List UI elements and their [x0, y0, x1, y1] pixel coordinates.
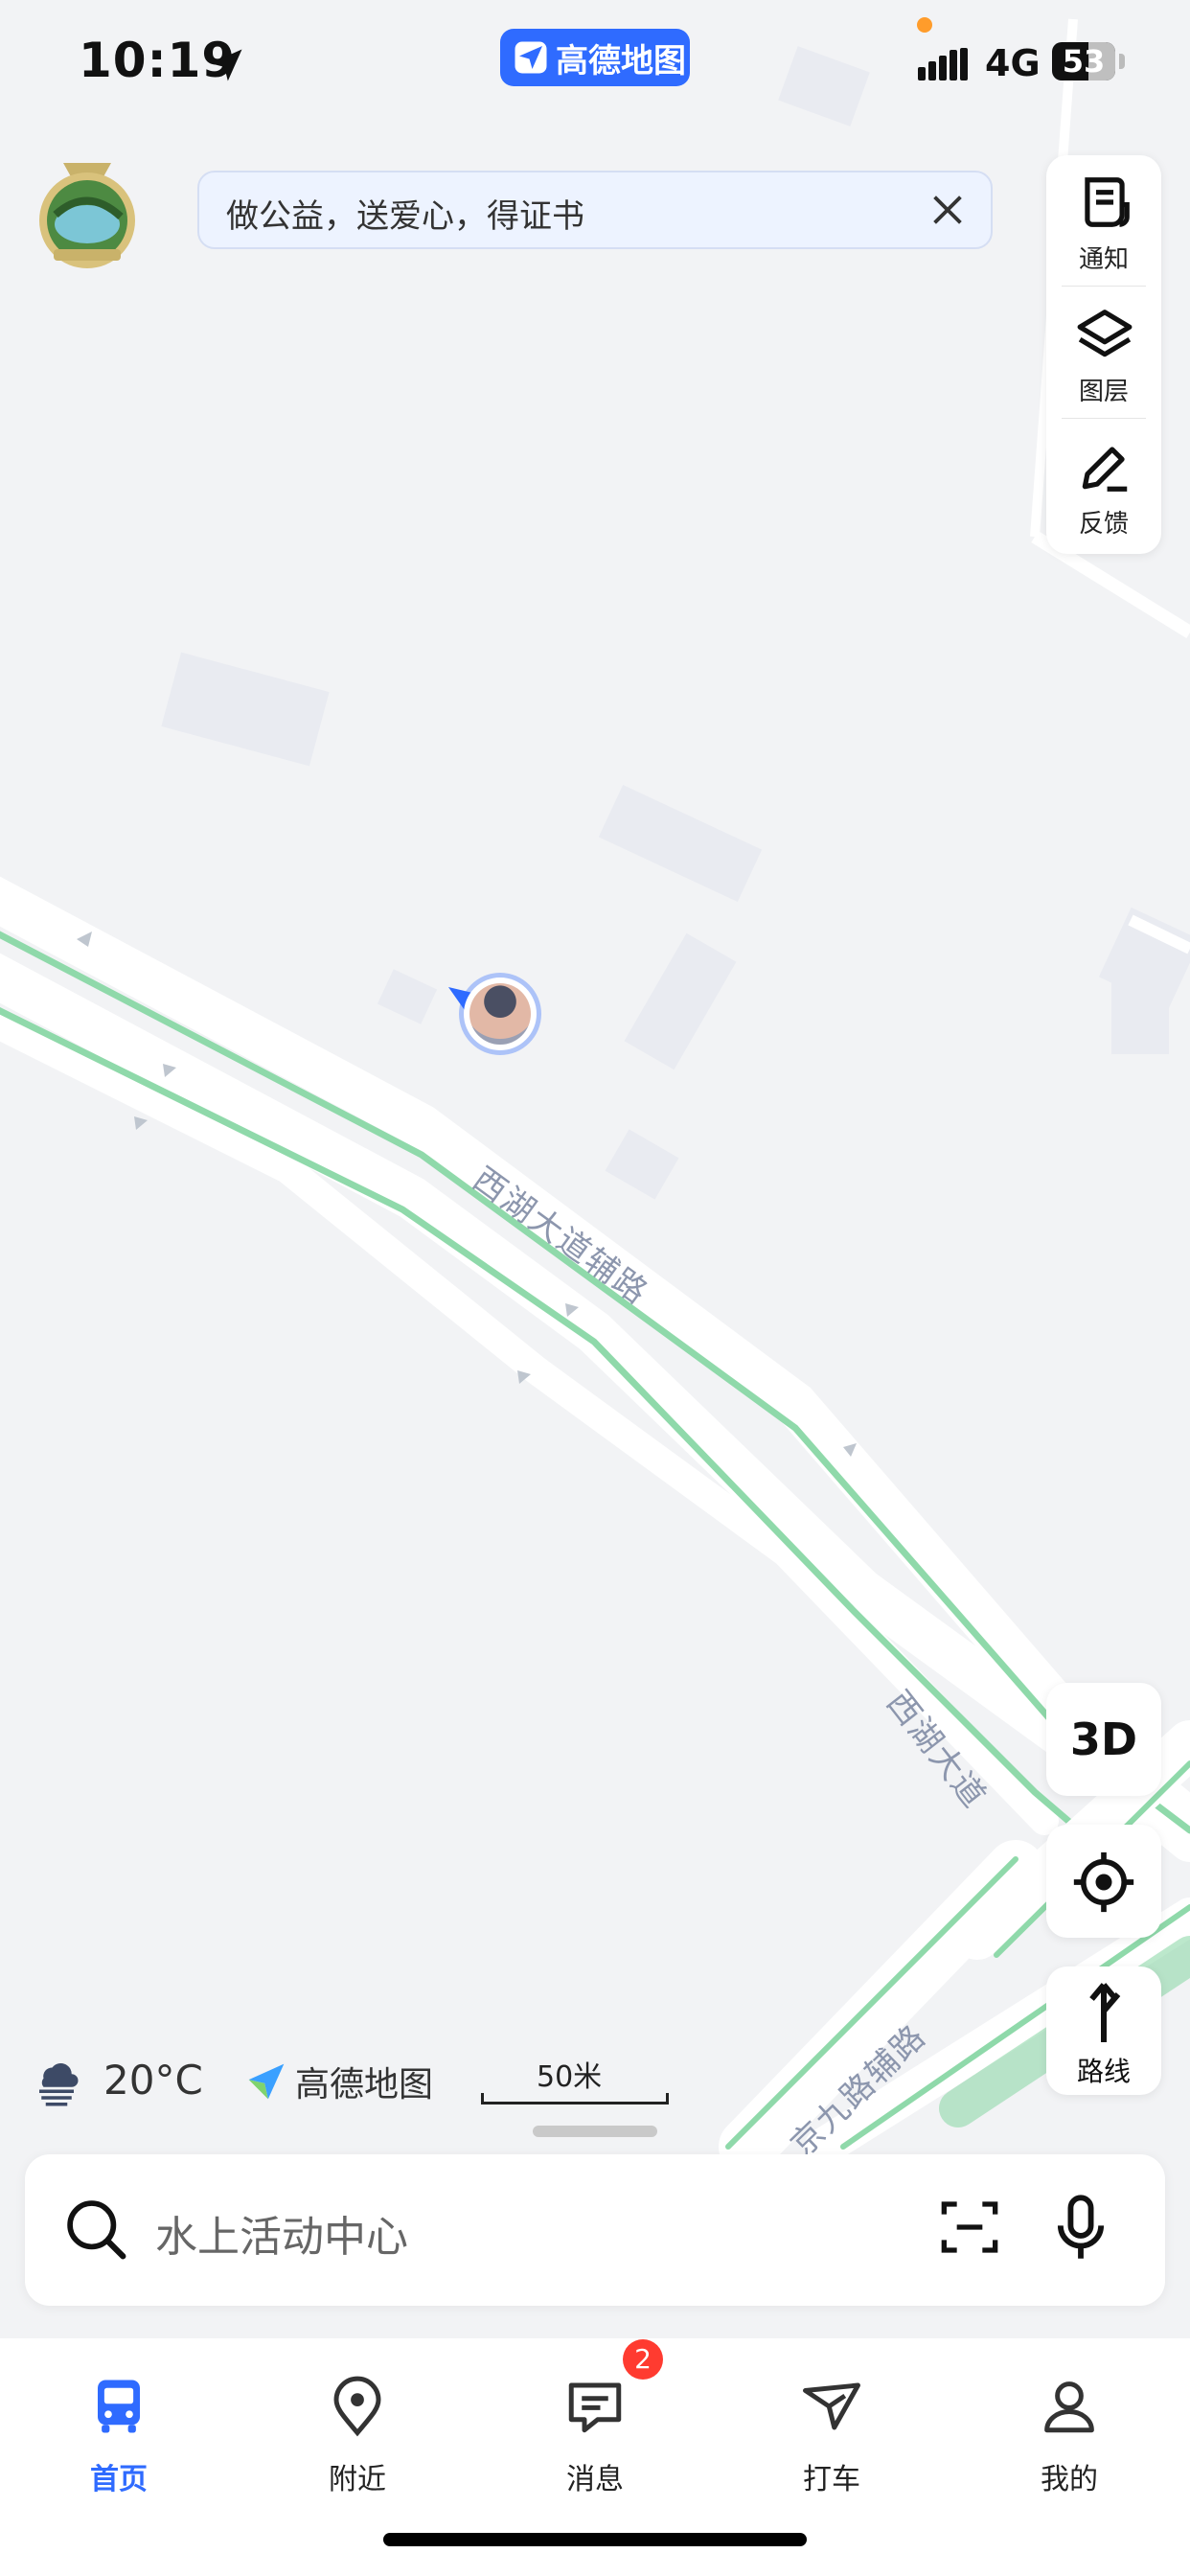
nav-label: 我的 [1041, 2463, 1098, 2496]
profile-icon [1044, 2381, 1094, 2433]
feedback-pencil-icon [1082, 447, 1128, 492]
map-tool-panel: 通知 图层 反馈 [1046, 155, 1161, 554]
search-bar[interactable]: 水上活动中心 [25, 2154, 1165, 2306]
logo-text: 高德地图 [295, 2065, 434, 2104]
network-type: 4G [985, 42, 1041, 84]
avatar [464, 978, 537, 1050]
close-icon[interactable] [926, 188, 970, 232]
nav-home[interactable]: 首页 [61, 2359, 176, 2503]
nav-label: 消息 [566, 2463, 624, 2496]
bus-icon [98, 2380, 140, 2433]
nav-label: 附近 [329, 2463, 386, 2496]
map-scale-label: 50米 [537, 2060, 603, 2094]
feedback-button[interactable]: 反馈 [1046, 420, 1161, 546]
nav-profile[interactable]: 我的 [1012, 2359, 1127, 2503]
search-placeholder[interactable]: 水上活动中心 [155, 2202, 408, 2264]
tool-label: 通知 [1078, 245, 1129, 274]
battery-cap [1119, 54, 1125, 69]
map-scale-bar [481, 2093, 669, 2104]
search-icon [67, 2200, 126, 2260]
message-count-badge: 2 [623, 2339, 663, 2380]
locate-crosshair-icon [1073, 1852, 1134, 1913]
charity-medal-button[interactable] [34, 157, 140, 270]
nav-taxi[interactable]: 打车 [774, 2359, 889, 2503]
message-icon [568, 2382, 622, 2433]
battery-level: 53 [1062, 43, 1106, 80]
charity-banner[interactable]: 做公益，送爱心，得证书 [197, 171, 993, 249]
location-services-icon [210, 49, 242, 81]
tool-label: 图层 [1078, 378, 1129, 406]
notification-icon [1085, 177, 1130, 227]
notification-button[interactable]: 通知 [1046, 155, 1161, 282]
layers-button[interactable]: 图层 [1046, 288, 1161, 414]
battery-icon: 53 [1052, 42, 1115, 80]
nav-messages[interactable]: 消息 [538, 2359, 652, 2503]
tool-label: 反馈 [1078, 510, 1129, 539]
microphone-icon[interactable] [1054, 2193, 1108, 2264]
home-indicator[interactable] [383, 2533, 807, 2546]
scan-icon[interactable] [939, 2196, 1000, 2258]
amap-logo-icon [248, 2063, 285, 2100]
route-button[interactable]: 路线 [1046, 1966, 1161, 2095]
user-location-marker[interactable] [443, 976, 548, 1062]
privacy-indicator [917, 17, 932, 33]
nav-label: 首页 [90, 2463, 148, 2496]
location-pin-icon [333, 2376, 381, 2437]
map-canvas[interactable]: 西湖大道辅路 西湖大道 京九路辅路 [0, 0, 1190, 2338]
temperature: 20°C [103, 2057, 203, 2104]
taxi-icon [803, 2382, 860, 2430]
amap-watermark: 高德地图 [245, 2057, 433, 2106]
nav-label: 打车 [803, 2463, 860, 2496]
sheet-grabber[interactable] [533, 2126, 657, 2137]
back-to-app-badge[interactable]: 高德地图 [500, 29, 690, 86]
medal-icon [39, 163, 135, 268]
layers-icon [1077, 310, 1133, 357]
amap-logo-icon [515, 41, 547, 74]
route-label: 路线 [1076, 2056, 1131, 2087]
locate-me-button[interactable] [1046, 1825, 1161, 1938]
nav-nearby[interactable]: 附近 [300, 2359, 415, 2503]
map-roads [0, 18, 1190, 2175]
banner-text: 做公益，送爱心，得证书 [226, 197, 584, 236]
app-name: 高德地图 [556, 41, 686, 80]
signal-icon [918, 48, 968, 80]
3d-toggle-button[interactable]: 3D [1046, 1683, 1161, 1796]
route-arrow-icon [1089, 1983, 1121, 2042]
fog-weather-icon [39, 2063, 79, 2106]
status-bar: 10:19 高德地图 4G 53 [0, 0, 1190, 134]
